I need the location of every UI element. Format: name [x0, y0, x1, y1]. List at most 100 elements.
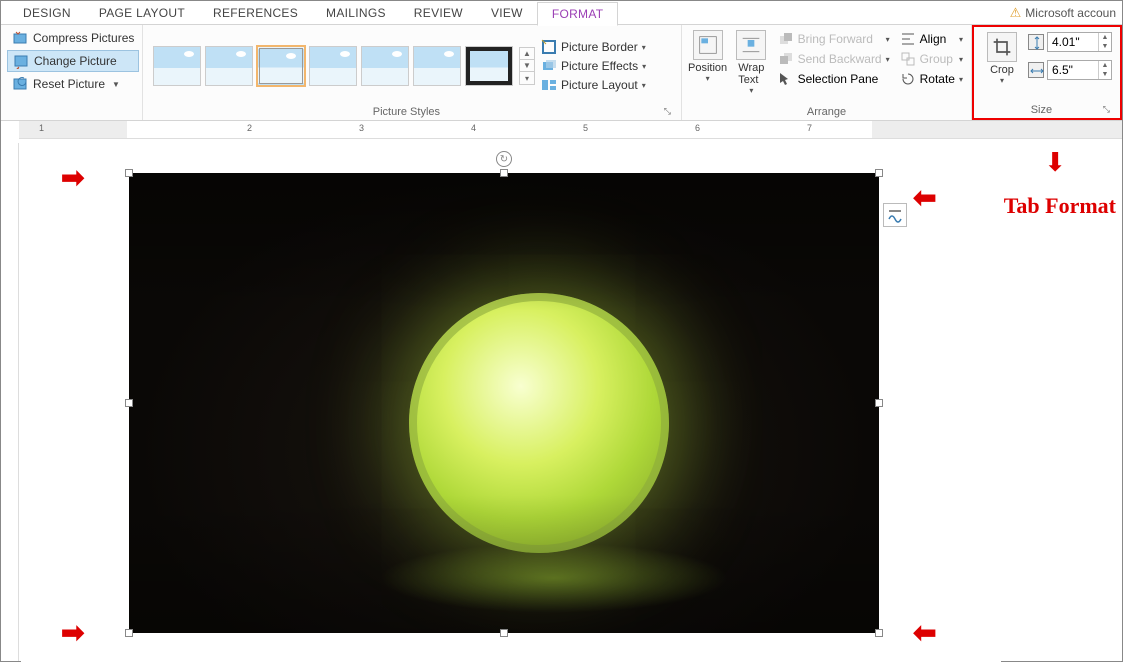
reset-picture-button[interactable]: Reset Picture ▼	[7, 74, 139, 94]
account-text: Microsoft accoun	[1025, 6, 1116, 20]
group-adjust: Compress Pictures Change Picture Reset P…	[1, 25, 143, 120]
tab-design[interactable]: DESIGN	[9, 2, 85, 24]
rotate-button[interactable]: Rotate ▾	[898, 70, 965, 88]
tab-mailings[interactable]: MAILINGS	[312, 2, 400, 24]
rotate-icon	[900, 71, 916, 87]
arrange-group-label: Arrange	[688, 104, 965, 118]
crop-button[interactable]: Crop ▾	[982, 32, 1022, 85]
width-up[interactable]: ▲	[1099, 61, 1111, 70]
selection-pane-button[interactable]: Selection Pane	[776, 70, 892, 88]
change-picture-label: Change Picture	[34, 54, 117, 68]
send-backward-button: Send Backward ▾	[776, 50, 892, 68]
width-spinbox[interactable]: ▲▼	[1047, 60, 1112, 80]
height-input[interactable]	[1048, 33, 1098, 51]
tab-review[interactable]: REVIEW	[400, 2, 477, 24]
selected-picture[interactable]: ↻	[129, 173, 879, 633]
style-thumb-4[interactable]	[309, 46, 357, 86]
compress-pictures-button[interactable]: Compress Pictures	[7, 28, 139, 48]
reset-picture-label: Reset Picture	[33, 77, 105, 91]
wrap-text-button[interactable]: Wrap Text ▾	[733, 30, 769, 95]
grouping-label: Group	[920, 52, 953, 66]
ruler-num: 7	[807, 123, 812, 133]
height-down[interactable]: ▼	[1099, 42, 1111, 51]
tab-view[interactable]: VIEW	[477, 2, 537, 24]
resize-handle-bl[interactable]	[125, 629, 133, 637]
gallery-down-button[interactable]: ▼	[520, 60, 534, 72]
page: ↻	[21, 143, 1001, 663]
document-area[interactable]: ↻	[21, 143, 1122, 661]
picture-content	[129, 173, 879, 633]
send-backward-label: Send Backward	[798, 52, 882, 66]
gallery-more-button[interactable]: ▾	[520, 72, 534, 84]
ribbon: Compress Pictures Change Picture Reset P…	[1, 25, 1122, 121]
resize-handle-tl[interactable]	[125, 169, 133, 177]
bring-forward-icon	[778, 31, 794, 47]
ruler-num: 3	[359, 123, 364, 133]
layout-options-button[interactable]	[883, 203, 907, 227]
width-field: ▲▼	[1028, 60, 1112, 80]
rotate-label: Rotate	[920, 72, 955, 86]
picture-effects-label: Picture Effects	[561, 59, 638, 73]
chevron-down-icon: ▼	[112, 80, 120, 89]
height-field: ▲▼	[1028, 32, 1112, 52]
height-up[interactable]: ▲	[1099, 33, 1111, 42]
style-thumb-1[interactable]	[153, 46, 201, 86]
wrap-text-icon	[736, 30, 766, 60]
height-spinbox[interactable]: ▲▼	[1047, 32, 1112, 52]
width-down[interactable]: ▼	[1099, 70, 1111, 79]
annotation-arrow: ➡	[913, 181, 936, 214]
picture-layout-button[interactable]: Picture Layout ▾	[541, 77, 646, 93]
picture-border-label: Picture Border	[561, 40, 638, 54]
style-thumb-2[interactable]	[205, 46, 253, 86]
send-backward-icon	[778, 51, 794, 67]
annotation-label: Tab Format	[1004, 193, 1116, 219]
picture-layout-label: Picture Layout	[561, 78, 638, 92]
position-label: Position	[688, 62, 727, 74]
picture-styles-group-label: Picture Styles ⤡	[149, 104, 675, 118]
account-label[interactable]: ⚠ Microsoft accoun	[1010, 5, 1116, 21]
tab-format[interactable]: FORMAT	[537, 2, 619, 26]
tab-page-layout[interactable]: PAGE LAYOUT	[85, 2, 199, 24]
resize-handle-bm[interactable]	[500, 629, 508, 637]
picture-effects-icon	[541, 58, 557, 74]
ruler-num: 1	[39, 123, 44, 133]
change-picture-button[interactable]: Change Picture	[7, 50, 139, 72]
crop-icon	[987, 32, 1017, 62]
vertical-ruler[interactable]	[3, 143, 19, 661]
ribbon-tab-bar: DESIGN PAGE LAYOUT REFERENCES MAILINGS R…	[1, 1, 1122, 25]
position-button[interactable]: Position ▾	[688, 30, 727, 83]
annotation-arrow-down: ⬇	[1044, 147, 1066, 178]
resize-handle-ml[interactable]	[125, 399, 133, 407]
style-thumb-5[interactable]	[361, 46, 409, 86]
tab-references[interactable]: REFERENCES	[199, 2, 312, 24]
wrap-text-label: Wrap Text	[738, 62, 764, 86]
resize-handle-tr[interactable]	[875, 169, 883, 177]
align-icon	[900, 31, 916, 47]
style-thumb-3[interactable]	[257, 46, 305, 86]
resize-handle-mr[interactable]	[875, 399, 883, 407]
height-icon	[1028, 34, 1044, 50]
reset-picture-icon	[12, 76, 28, 92]
size-launcher[interactable]: ⤡	[1103, 104, 1114, 115]
style-thumb-6[interactable]	[413, 46, 461, 86]
gallery-scroll: ▲ ▼ ▾	[519, 47, 535, 85]
picture-styles-launcher[interactable]: ⤡	[664, 106, 675, 117]
resize-handle-br[interactable]	[875, 629, 883, 637]
width-input[interactable]	[1048, 61, 1098, 79]
picture-border-button[interactable]: Picture Border ▾	[541, 39, 646, 55]
rotate-handle[interactable]: ↻	[496, 151, 512, 167]
group-picture-styles: ▲ ▼ ▾ Picture Border ▾ Picture Effects ▾…	[143, 25, 682, 120]
picture-effects-button[interactable]: Picture Effects ▾	[541, 58, 646, 74]
bring-forward-label: Bring Forward	[798, 32, 873, 46]
gallery-up-button[interactable]: ▲	[520, 48, 534, 60]
align-button[interactable]: Align ▾	[898, 30, 965, 48]
change-picture-icon	[13, 53, 29, 69]
resize-handle-tm[interactable]	[500, 169, 508, 177]
horizontal-ruler[interactable]: 1 2 3 4 5 6 7	[19, 121, 1122, 139]
selection-pane-icon	[778, 71, 794, 87]
picture-style-gallery	[149, 38, 517, 94]
chevron-down-icon: ▾	[959, 55, 963, 64]
ruler-num: 4	[471, 123, 476, 133]
picture-layout-icon	[541, 77, 557, 93]
style-thumb-7[interactable]	[465, 46, 513, 86]
